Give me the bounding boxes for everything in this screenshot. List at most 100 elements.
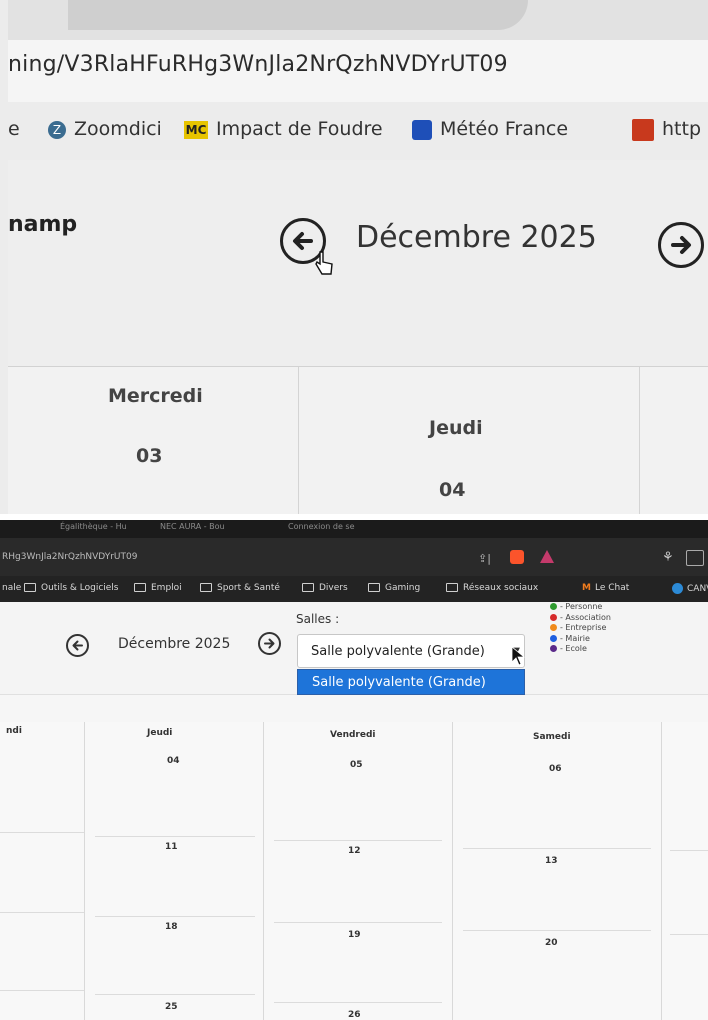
bookmark-folder-emploi[interactable]: Emploi <box>134 583 182 593</box>
month-label: Décembre 2025 <box>356 220 597 255</box>
legend-item: - Entreprise <box>550 623 611 634</box>
bookmark-fragment[interactable]: e <box>8 118 20 140</box>
calendar-column: Mercredi 03 <box>8 367 299 516</box>
day-number[interactable]: 04 <box>439 479 465 501</box>
share-icon[interactable]: ⇪| <box>478 552 491 565</box>
day-name: Jeudi <box>147 728 173 738</box>
address-bar[interactable]: ning/V3RlaHFuRHg3WnJla2NrQzhNVDYrUT09 <box>8 40 708 102</box>
legend-item: - Association <box>550 613 611 624</box>
day-name: ndi <box>6 726 22 736</box>
day-number[interactable]: 18 <box>165 922 178 932</box>
page-content: namp Décembre 2025 Mercredi 03 Jeudi 04 <box>8 160 708 516</box>
day-name: Samedi <box>533 732 571 742</box>
folder-icon <box>24 583 36 592</box>
calendar-grid: ndi Jeudi 04 11 18 25 Vendredi 05 12 19 … <box>0 722 708 1020</box>
day-number[interactable]: 06 <box>549 764 562 774</box>
day-number[interactable]: 04 <box>167 756 180 766</box>
folder-icon <box>134 583 146 592</box>
le-chat-icon: M <box>582 583 591 593</box>
folder-icon <box>368 583 380 592</box>
folder-icon <box>446 583 458 592</box>
calendar-column: ndi <box>0 722 85 1020</box>
calendar-column: Jeudi 04 <box>299 367 640 516</box>
url-text: ning/V3RlaHFuRHg3WnJla2NrQzhNVDYrUT09 <box>8 52 508 77</box>
page-content: Décembre 2025 Salles : Salle polyvalente… <box>0 602 708 1020</box>
brave-shield-icon[interactable] <box>510 550 524 564</box>
bookmark-le-chat[interactable]: M Le Chat <box>582 583 629 593</box>
browser-window: ning/V3RlaHFuRHg3WnJla2NrQzhNVDYrUT09 e … <box>8 0 708 516</box>
sidebar-icon[interactable] <box>686 550 704 566</box>
bookmarks-bar: nale Outils & Logiciels Emploi Sport & S… <box>0 576 708 602</box>
day-number[interactable]: 19 <box>348 930 361 940</box>
bookmark-http[interactable]: http <box>632 118 701 141</box>
legend-item: - Ecole <box>550 644 611 655</box>
url-text: RHg3WnJla2NrQzhNVDYrUT09 <box>2 552 138 562</box>
address-bar[interactable]: RHg3WnJla2NrQzhNVDYrUT09 ⇪| ⚘ <box>0 538 708 576</box>
day-number[interactable]: 26 <box>348 1010 361 1020</box>
calendar-column: Jeudi 04 11 18 25 <box>85 722 264 1020</box>
tab-connexion[interactable]: Connexion de se <box>288 522 355 531</box>
calendar-column: Samedi 06 13 20 <box>453 722 662 1020</box>
tab-egalitheque[interactable]: Égalithèque - Hu <box>60 522 127 531</box>
month-label: Décembre 2025 <box>118 636 231 652</box>
calendar-column: Vendredi 05 12 19 26 <box>264 722 453 1020</box>
folder-icon <box>302 583 314 592</box>
meteo-france-icon <box>412 119 432 140</box>
bookmark-folder-divers[interactable]: Divers <box>302 583 348 593</box>
legend-item: - Mairie <box>550 634 611 645</box>
salle-select[interactable]: Salle polyvalente (Grande) ▼ <box>297 634 525 668</box>
legend-dot <box>550 645 557 652</box>
hand-cursor-icon <box>315 251 333 275</box>
day-number[interactable]: 13 <box>545 856 558 866</box>
calendar-header: Décembre 2025 Salles : Salle polyvalente… <box>0 602 708 695</box>
legend-dot <box>550 634 557 642</box>
zoomed-photo-panel: ning/V3RlaHFuRHg3WnJla2NrQzhNVDYrUT09 e … <box>0 0 708 516</box>
day-number[interactable]: 20 <box>545 938 558 948</box>
bookmarks-bar: e Z Zoomdici MC Impact de Foudre Météo Fra… <box>8 102 708 160</box>
bookmark-folder-gaming[interactable]: Gaming <box>368 583 420 593</box>
bookmark-folder-reseaux[interactable]: Réseaux sociaux <box>446 583 538 593</box>
calendar-grid: Mercredi 03 Jeudi 04 <box>8 366 708 516</box>
calendar-column <box>662 722 708 1020</box>
next-month-button[interactable] <box>258 632 281 655</box>
previous-month-button[interactable] <box>66 634 89 657</box>
bookmark-meteo-france[interactable]: Météo France <box>412 118 568 140</box>
legend-dot <box>550 603 557 610</box>
bookmark-folder-outils[interactable]: Outils & Logiciels <box>24 583 119 593</box>
day-number[interactable]: 03 <box>136 445 162 467</box>
arrow-right-icon <box>264 638 275 649</box>
legend-item: - Personne <box>550 602 611 613</box>
bookmark-impact-de-foudre[interactable]: MC Impact de Foudre <box>184 118 383 140</box>
day-number[interactable]: 12 <box>348 846 361 856</box>
day-name: Mercredi <box>108 385 203 407</box>
bookmark-folder-sport[interactable]: Sport & Santé <box>200 583 280 593</box>
zoomdici-icon: Z <box>48 120 66 139</box>
brave-rewards-icon[interactable] <box>540 550 554 563</box>
legend-dot <box>550 624 557 631</box>
bookmark-canva[interactable]: CANV <box>672 583 708 594</box>
dropdown-option[interactable]: Salle polyvalente (Grande) <box>297 669 525 695</box>
salles-label: Salles : <box>296 612 340 626</box>
folder-icon <box>200 583 212 592</box>
bookmark-zoomdici[interactable]: Z Zoomdici <box>48 118 162 140</box>
tab-strip <box>8 0 708 40</box>
tab-nec-aura[interactable]: NEC AURA - Bou <box>160 522 225 531</box>
canva-icon <box>672 583 683 594</box>
http-icon <box>632 118 654 141</box>
mouse-cursor-icon <box>511 646 525 666</box>
site-brand: namp <box>8 212 78 237</box>
mc-icon: MC <box>184 120 208 139</box>
day-number[interactable]: 11 <box>165 842 178 852</box>
bookmark-fragment[interactable]: nale <box>2 583 21 593</box>
arrow-right-icon <box>671 236 691 254</box>
legend-dot <box>550 613 557 621</box>
arrow-left-icon <box>72 640 83 651</box>
extensions-icon[interactable]: ⚘ <box>662 550 674 565</box>
salle-select-value: Salle polyvalente (Grande) <box>311 644 485 659</box>
browser-screenshot-panel: Égalithèque - Hu NEC AURA - Bou Connexio… <box>0 520 708 1020</box>
legend: - Personne - Association - Entreprise - … <box>550 602 611 655</box>
day-number[interactable]: 05 <box>350 760 363 770</box>
next-month-button[interactable] <box>658 222 704 268</box>
day-number[interactable]: 25 <box>165 1002 178 1012</box>
active-tab[interactable] <box>68 0 528 30</box>
